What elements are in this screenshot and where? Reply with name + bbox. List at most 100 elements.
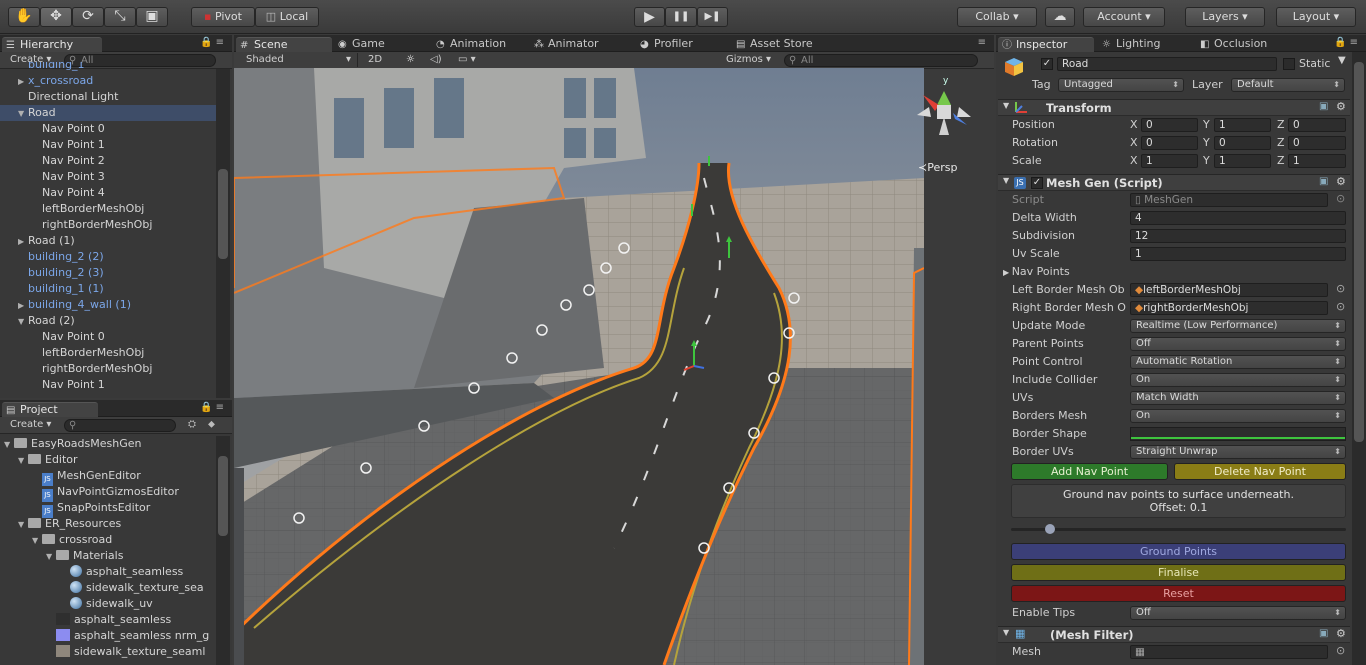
tab-animator[interactable]: ⁂ Animator — [530, 37, 630, 52]
gear-icon[interactable]: ⚙ — [1336, 100, 1346, 113]
tab-inspector[interactable]: ⓘ Inspector — [998, 37, 1094, 52]
active-checkbox[interactable]: ✓ — [1041, 58, 1053, 70]
fold-down-icon[interactable]: ▼ — [4, 437, 14, 453]
meshfilter-header[interactable]: ▼ ▦ (Mesh Filter) ▣ ⚙ — [998, 626, 1350, 643]
step-button[interactable]: ▶❚ — [697, 7, 728, 27]
pause-button[interactable]: ❚❚ — [665, 7, 697, 27]
ground-points-button[interactable]: Ground Points — [1011, 543, 1346, 560]
position-z-input[interactable]: 0 — [1288, 118, 1346, 132]
project-item[interactable]: asphalt_seamless — [0, 564, 216, 580]
project-create-button[interactable]: Create ▾ — [6, 418, 55, 432]
include-collider-dropdown[interactable]: On — [1130, 373, 1346, 387]
add-nav-point-button[interactable]: Add Nav Point — [1011, 463, 1168, 480]
fold-down-icon[interactable]: ▼ — [18, 106, 28, 122]
hierarchy-item[interactable]: Nav Point 3 — [0, 169, 216, 185]
hierarchy-item[interactable]: Nav Point 4 — [0, 185, 216, 201]
parent-points-dropdown[interactable]: Off — [1130, 337, 1346, 351]
meshgen-enabled-checkbox[interactable]: ✓ — [1031, 177, 1043, 189]
fold-right-icon[interactable]: ▶ — [18, 234, 28, 250]
scene-search-input[interactable]: ⚲ All — [784, 54, 978, 67]
project-item[interactable]: JS MeshGenEditor — [0, 468, 216, 486]
tab-animation[interactable]: ◔ Animation — [432, 37, 528, 52]
project-item[interactable]: sidewalk_texture_seaml — [0, 644, 216, 660]
nav-points-foldout[interactable]: ▶ Nav Points — [1003, 265, 1070, 278]
hierarchy-item[interactable]: ▶ building_4_wall (1) — [0, 297, 216, 313]
tag-dropdown[interactable]: Untagged — [1058, 78, 1184, 92]
hierarchy-item[interactable]: Nav Point 2 — [0, 153, 216, 169]
project-item[interactable]: sidewalk_uv — [0, 596, 216, 612]
layers-dropdown[interactable]: Layers ▾ — [1185, 7, 1265, 27]
tab-profiler[interactable]: ◕ Profiler — [636, 37, 730, 52]
fold-down-icon[interactable]: ▼ — [18, 314, 28, 330]
hierarchy-item[interactable]: Directional Light — [0, 89, 216, 105]
hierarchy-item[interactable]: Nav Point 1 — [0, 377, 216, 393]
hierarchy-item[interactable]: ▼ Road — [0, 105, 216, 121]
rect-tool-button[interactable]: ▣ — [136, 7, 168, 27]
reset-button[interactable]: Reset — [1011, 585, 1346, 602]
hierarchy-item[interactable]: ▶ Road (1) — [0, 233, 216, 249]
enable-tips-dropdown[interactable]: Off — [1130, 606, 1346, 620]
filter-label-icon[interactable]: ⬥ — [204, 418, 219, 432]
static-dropdown-icon[interactable]: ▼ — [1338, 55, 1346, 66]
gear-icon[interactable]: ⚙ — [1336, 175, 1346, 188]
orientation-gizmo[interactable]: y — [909, 73, 979, 153]
hierarchy-item[interactable]: building_2 (3) — [0, 265, 216, 281]
hierarchy-scrollbar[interactable] — [216, 69, 230, 398]
scale-z-input[interactable]: 1 — [1288, 154, 1346, 168]
hierarchy-item[interactable]: rightBorderMeshObj — [0, 361, 216, 377]
project-item[interactable]: asphalt_seamless nrm_g — [0, 628, 216, 644]
inspector-scroll-thumb[interactable] — [1354, 62, 1364, 442]
uvs-dropdown[interactable]: Match Width — [1130, 391, 1346, 405]
cloud-button[interactable]: ☁ — [1045, 7, 1075, 27]
project-item[interactable]: ▼ crossroad — [0, 532, 216, 548]
layout-dropdown[interactable]: Layout ▾ — [1276, 7, 1356, 27]
offset-slider-thumb[interactable] — [1044, 524, 1055, 534]
gizmos-dropdown[interactable]: Gizmos ▾ — [722, 53, 775, 67]
rotate-tool-button[interactable]: ⟳ — [72, 7, 104, 27]
hierarchy-item[interactable]: building_1 (1) — [0, 281, 216, 297]
offset-slider[interactable] — [1011, 524, 1346, 534]
hierarchy-item[interactable]: leftBorderMeshObj — [0, 201, 216, 217]
right-border-field[interactable]: ◆rightBorderMeshObj — [1130, 301, 1328, 315]
tab-occlusion[interactable]: ◧ Occlusion — [1196, 37, 1292, 52]
project-item[interactable]: ▼ EasyRoadsMeshGen — [0, 436, 216, 452]
fold-down-icon[interactable]: ▼ — [18, 517, 28, 533]
scale-x-input[interactable]: 1 — [1141, 154, 1198, 168]
scene-audio-toggle[interactable]: ◁) — [426, 53, 446, 67]
object-name-input[interactable]: Road — [1057, 57, 1277, 71]
object-picker-icon[interactable]: ⊙ — [1336, 300, 1345, 313]
hierarchy-item[interactable]: ▼ Road (2) — [0, 313, 216, 329]
project-item[interactable]: JS NavPointGizmosEditor — [0, 484, 216, 502]
project-item[interactable]: sidewalk_texture_sea — [0, 580, 216, 596]
hierarchy-item[interactable]: leftBorderMeshObj — [0, 345, 216, 361]
object-picker-icon[interactable]: ⊙ — [1336, 644, 1345, 657]
scale-tool-button[interactable]: ⤡ — [104, 7, 136, 27]
object-picker-icon[interactable]: ⊙ — [1336, 282, 1345, 295]
scene-lighting-toggle[interactable]: ☼ — [402, 53, 419, 67]
delta-width-input[interactable]: 4 — [1130, 211, 1346, 225]
position-x-input[interactable]: 0 — [1141, 118, 1198, 132]
scene-effects-dropdown[interactable]: ▭ ▾ — [454, 53, 480, 67]
fold-down-icon[interactable]: ▼ — [32, 533, 42, 549]
local-toggle[interactable]: ◫ Local — [255, 7, 319, 27]
tab-hierarchy[interactable]: ☰ Hierarchy — [2, 37, 102, 52]
hierarchy-item[interactable]: building_1 — [0, 62, 216, 73]
rotation-y-input[interactable]: 0 — [1214, 136, 1271, 150]
mesh-field[interactable]: ▦ — [1130, 645, 1328, 659]
account-dropdown[interactable]: Account ▾ — [1083, 7, 1165, 27]
collab-dropdown[interactable]: Collab ▾ — [957, 7, 1037, 27]
hierarchy-item[interactable]: Nav Point 1 — [0, 137, 216, 153]
delete-nav-point-button[interactable]: Delete Nav Point — [1174, 463, 1346, 480]
fold-right-icon[interactable]: ▶ — [18, 298, 28, 314]
uv-scale-input[interactable]: 1 — [1130, 247, 1346, 261]
meshgen-header[interactable]: ▼ JS ✓ Mesh Gen (Script) ▣ ⚙ — [998, 174, 1350, 191]
project-search-input[interactable]: ⚲ — [64, 419, 176, 432]
hand-tool-button[interactable]: ✋ — [8, 7, 40, 27]
project-scrollbar[interactable] — [216, 436, 230, 665]
hierarchy-item[interactable]: building_2 (2) — [0, 249, 216, 265]
pivot-toggle[interactable]: ▪ Pivot — [191, 7, 255, 27]
rotation-z-input[interactable]: 0 — [1288, 136, 1346, 150]
tab-game[interactable]: ◉ Game — [334, 37, 430, 52]
hierarchy-item[interactable]: Nav Point 0 — [0, 121, 216, 137]
hierarchy-item[interactable]: Nav Point 0 — [0, 329, 216, 345]
